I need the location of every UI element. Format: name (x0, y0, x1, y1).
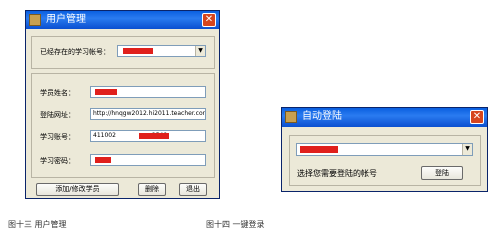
exit-button[interactable]: 退出 (179, 183, 207, 196)
add-modify-student-button[interactable]: 添加/修改学员 (36, 183, 119, 196)
redacted-password (95, 157, 111, 163)
login-button[interactable]: 登陆 (421, 166, 463, 180)
user-management-dialog: 用户管理 ✕ 已经存在的学习帐号： ▼ 学员姓名： 登陆网址： http://h… (25, 10, 220, 199)
url-input[interactable]: http://hnqgw2012.hi2011.teacher.cor (90, 108, 206, 120)
existing-accounts-select[interactable]: ▼ (117, 45, 206, 57)
url-label: 登陆网址： (40, 111, 75, 119)
redacted-account-digits (139, 133, 169, 139)
password-input[interactable] (90, 154, 206, 166)
figure-13-caption: 图十三 用户管理 (8, 220, 67, 229)
close-icon[interactable]: ✕ (202, 13, 216, 27)
password-label: 学习密码： (40, 157, 75, 165)
redacted-account (123, 48, 153, 54)
app-icon (285, 111, 297, 123)
chevron-down-icon[interactable]: ▼ (462, 144, 472, 155)
dialog-title: 用户管理 (46, 14, 86, 25)
figure-14-caption: 图十四 一键登录 (206, 220, 265, 229)
app-icon (29, 14, 41, 26)
user-management-titlebar[interactable]: 用户管理 ✕ (26, 11, 219, 29)
existing-accounts-label: 已经存在的学习帐号： (40, 48, 110, 56)
close-icon[interactable]: ✕ (470, 110, 484, 124)
name-input[interactable] (90, 86, 206, 98)
auto-login-dialog: 自动登陆 ✕ ▼ 选择您需要登陆的帐号 登陆 (281, 107, 488, 192)
delete-button[interactable]: 删除 (138, 183, 166, 196)
login-account-select[interactable]: ▼ (296, 143, 473, 156)
chevron-down-icon[interactable]: ▼ (195, 46, 205, 56)
auto-login-titlebar[interactable]: 自动登陆 ✕ (282, 108, 487, 127)
redacted-login-account (300, 146, 338, 153)
name-label: 学员姓名： (40, 89, 75, 97)
redacted-name (95, 89, 117, 95)
account-label: 学习账号： (40, 133, 75, 141)
dialog-title: 自动登陆 (302, 111, 342, 122)
select-account-prompt: 选择您需要登陆的帐号 (297, 169, 377, 178)
